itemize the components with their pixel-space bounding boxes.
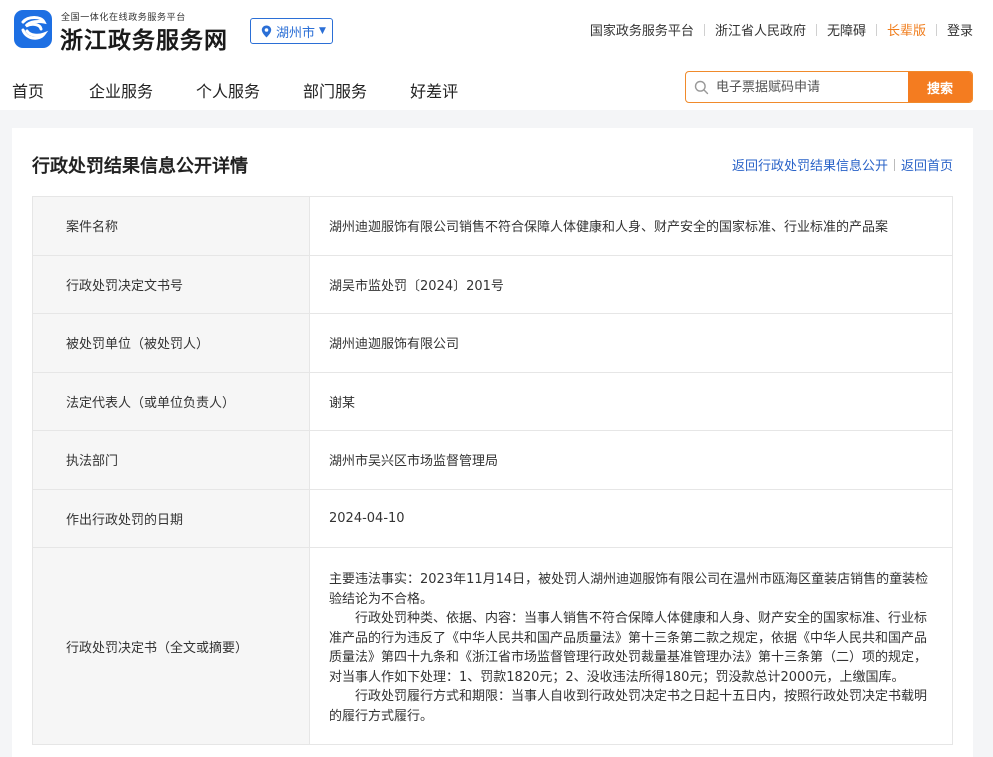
row-label-enforcement-department: 执法部门 xyxy=(32,430,310,490)
site-logo-icon[interactable] xyxy=(14,10,52,48)
back-to-list-link[interactable]: 返回行政处罚结果信息公开 xyxy=(732,155,888,174)
search-button[interactable]: 搜索 xyxy=(908,72,972,102)
nav-item-enterprise[interactable]: 企业服务 xyxy=(89,78,153,102)
nav-item-evaluation[interactable]: 好差评 xyxy=(410,78,458,102)
row-label-legal-representative: 法定代表人（或单位负责人） xyxy=(32,371,310,431)
divider xyxy=(815,23,817,36)
page-title: 行政处罚结果信息公开详情 xyxy=(32,156,248,177)
row-value-document-number: 湖吴市监处罚〔2024〕201号 xyxy=(309,254,953,314)
search-box: 搜索 xyxy=(685,71,973,103)
row-value-decision: 主要违法事实：2023年11月14日，被处罚人湖州迪迦服饰有限公司在温州市瓯海区… xyxy=(309,547,953,745)
link-elder-mode[interactable]: 长辈版 xyxy=(887,20,926,39)
back-to-home-link[interactable]: 返回首页 xyxy=(901,155,953,174)
table-row: 作出行政处罚的日期 2024-04-10 xyxy=(32,488,953,548)
site-header: 全国一体化在线政务服务平台 浙江政务服务网 湖州市 ▼ 国家政务服务平台 浙江省… xyxy=(0,0,993,110)
divider xyxy=(703,23,705,36)
divider xyxy=(875,23,877,36)
nav-item-personal[interactable]: 个人服务 xyxy=(196,78,260,102)
region-selector[interactable]: 湖州市 ▼ xyxy=(250,18,333,44)
row-value-penalty-date: 2024-04-10 xyxy=(309,488,953,548)
table-row: 法定代表人（或单位负责人） 谢某 xyxy=(32,371,953,431)
top-links: 国家政务服务平台 浙江省人民政府 无障碍 长辈版 登录 xyxy=(590,20,973,39)
breadcrumb: 返回行政处罚结果信息公开 返回首页 xyxy=(732,155,953,174)
nav-item-department[interactable]: 部门服务 xyxy=(303,78,367,102)
row-label-case-name: 案件名称 xyxy=(32,196,310,256)
login-link[interactable]: 登录 xyxy=(947,20,973,39)
row-value-case-name: 湖州迪迦服饰有限公司销售不符合保障人体健康和人身、财产安全的国家标准、行业标准的… xyxy=(309,196,953,256)
row-label-document-number: 行政处罚决定文书号 xyxy=(32,254,310,314)
table-row: 行政处罚决定书（全文或摘要） 主要违法事实：2023年11月14日，被处罚人湖州… xyxy=(32,547,953,745)
logo-title[interactable]: 浙江政务服务网 xyxy=(60,21,228,55)
search-icon xyxy=(686,72,716,102)
table-row: 行政处罚决定文书号 湖吴市监处罚〔2024〕201号 xyxy=(32,254,953,314)
table-row: 执法部门 湖州市吴兴区市场监督管理局 xyxy=(32,430,953,490)
decision-paragraph-fulfillment: 行政处罚履行方式和期限：当事人自收到行政处罚决定书之日起十五日内，按照行政处罚决… xyxy=(329,689,928,724)
decision-paragraph-facts: 主要违法事实：2023年11月14日，被处罚人湖州迪迦服饰有限公司在温州市瓯海区… xyxy=(329,572,929,607)
detail-card: 行政处罚结果信息公开详情 返回行政处罚结果信息公开 返回首页 案件名称 湖州迪迦… xyxy=(12,128,973,757)
detail-table: 案件名称 湖州迪迦服饰有限公司销售不符合保障人体健康和人身、财产安全的国家标准、… xyxy=(32,196,953,745)
chevron-down-icon: ▼ xyxy=(319,26,326,36)
search-input[interactable] xyxy=(716,72,908,102)
nav-item-home[interactable]: 首页 xyxy=(12,78,44,102)
row-value-enforcement-department: 湖州市吴兴区市场监督管理局 xyxy=(309,430,953,490)
row-label-penalized-party: 被处罚单位（被处罚人） xyxy=(32,313,310,373)
row-value-legal-representative: 谢某 xyxy=(309,371,953,431)
link-accessibility[interactable]: 无障碍 xyxy=(827,20,866,39)
row-value-penalized-party: 湖州迪迦服饰有限公司 xyxy=(309,313,953,373)
location-pin-icon xyxy=(261,25,272,37)
link-zhejiang-government[interactable]: 浙江省人民政府 xyxy=(715,20,806,39)
region-label: 湖州市 xyxy=(276,25,316,41)
main-nav: 首页 企业服务 个人服务 部门服务 好差评 xyxy=(12,78,501,102)
table-row: 被处罚单位（被处罚人） 湖州迪迦服饰有限公司 xyxy=(32,313,953,373)
divider xyxy=(935,23,937,36)
divider xyxy=(893,158,895,171)
link-national-platform[interactable]: 国家政务服务平台 xyxy=(590,20,694,39)
decision-paragraph-basis: 行政处罚种类、依据、内容：当事人销售不符合保障人体健康和人身、财产安全的国家标准… xyxy=(329,611,928,685)
table-row: 案件名称 湖州迪迦服饰有限公司销售不符合保障人体健康和人身、财产安全的国家标准、… xyxy=(32,196,953,256)
row-label-decision: 行政处罚决定书（全文或摘要） xyxy=(32,547,310,745)
row-label-penalty-date: 作出行政处罚的日期 xyxy=(32,488,310,548)
